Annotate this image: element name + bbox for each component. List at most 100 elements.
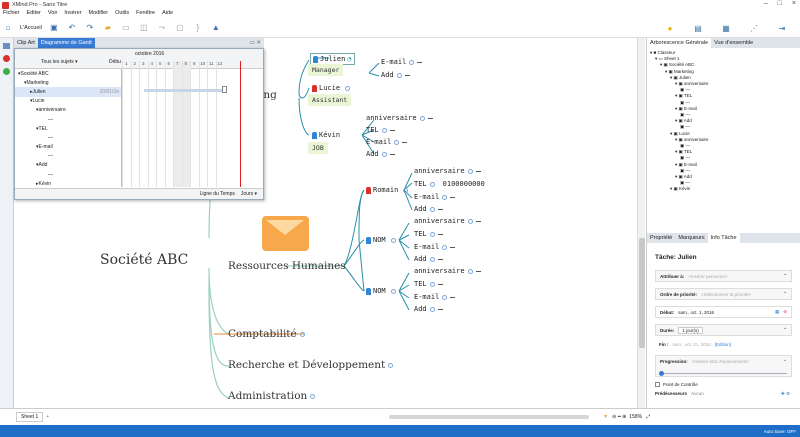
subtopic-tel-nom2[interactable]: TEL bbox=[414, 280, 443, 288]
gantt-task-row[interactable]: — bbox=[15, 170, 121, 179]
note-julien[interactable]: Manager bbox=[308, 64, 344, 76]
menu-edit[interactable]: Editer bbox=[27, 10, 41, 18]
subtopic-add-kevin[interactable]: Add bbox=[366, 150, 395, 158]
subtopic-tel-romain[interactable]: TEL 0100000000 bbox=[414, 180, 485, 188]
task-filter-select[interactable]: Tous les sujets ▾ bbox=[41, 59, 78, 65]
subtopic-anniv-nom1[interactable]: anniversaire bbox=[414, 217, 481, 225]
image-icon[interactable]: ▲ bbox=[210, 21, 222, 35]
gantt-task-row[interactable]: ▾ Add bbox=[15, 161, 121, 170]
drag-handle-icon[interactable] bbox=[222, 86, 227, 93]
fit-icon[interactable]: ⤢ bbox=[646, 414, 650, 420]
subtopic-icon[interactable]: ◫ bbox=[138, 21, 150, 35]
tab-properties[interactable]: Propriété bbox=[647, 233, 675, 243]
undo-icon[interactable]: ↶ bbox=[66, 21, 78, 35]
summary-icon[interactable]: } bbox=[192, 21, 204, 35]
tab-arborescence[interactable]: Arborescence Générale bbox=[647, 38, 712, 48]
subtopic-email-nom1[interactable]: E-mail bbox=[414, 243, 456, 251]
subtopic-add-nom2[interactable]: Add bbox=[414, 305, 443, 313]
menu-view[interactable]: Voir bbox=[48, 10, 57, 18]
add-predecessor-icon[interactable]: ✚ ⚙ bbox=[781, 391, 790, 397]
save-icon[interactable]: ▣ bbox=[48, 21, 60, 35]
minimize-icon[interactable]: – bbox=[764, 0, 768, 7]
autosave-status[interactable]: Auto Save: OFF bbox=[764, 429, 796, 434]
note-kevin[interactable]: JOB bbox=[308, 142, 328, 154]
gantt-task-row[interactable]: ▾ TEL bbox=[15, 124, 121, 133]
gantt-task-bar[interactable] bbox=[144, 89, 222, 92]
boundary-icon[interactable]: ▢ bbox=[174, 21, 186, 35]
tab-overview[interactable]: Vue d'ensemble bbox=[711, 38, 756, 48]
open-folder-icon[interactable]: ▰ bbox=[102, 21, 114, 35]
relationship-icon[interactable]: ⤳ bbox=[156, 21, 168, 35]
menu-insert[interactable]: Insérer bbox=[64, 10, 81, 18]
edit-link[interactable]: [Edition] bbox=[715, 342, 731, 347]
zoom-level[interactable]: 158% bbox=[629, 414, 642, 420]
topic-icon[interactable]: ▭ bbox=[120, 21, 132, 35]
topic-kevin[interactable]: Kévin bbox=[312, 131, 340, 139]
subtopic-anniv-kevin[interactable]: anniversaire bbox=[366, 114, 433, 122]
expand-icon[interactable] bbox=[345, 85, 351, 91]
duration-field[interactable]: Durée: 1 jour(s) ⌃ bbox=[655, 324, 792, 336]
home-button[interactable]: L'Accueil bbox=[20, 21, 42, 35]
assign-field[interactable]: Attribuer à: <Insérer personne> ⌃ bbox=[655, 270, 792, 282]
gantt-task-row[interactable]: ▸ Kévin bbox=[15, 179, 121, 187]
gantt-task-row-selected[interactable]: ▸ Julien 10/01/2e bbox=[15, 87, 121, 97]
zoom-slider-icon[interactable]: ⊖ ━ ⊕ bbox=[612, 414, 626, 420]
subtopic-add-julien[interactable]: Add bbox=[381, 71, 410, 79]
home-icon[interactable]: ⌂ bbox=[2, 21, 14, 35]
menu-file[interactable]: Fichier bbox=[3, 10, 20, 18]
filter-icon[interactable]: ▼ bbox=[603, 414, 608, 420]
topic-comptabilite[interactable]: Comptabilité bbox=[228, 328, 305, 340]
subtopic-tel-kevin[interactable]: TEL bbox=[366, 126, 395, 134]
progress-field[interactable]: Progression: <Insérer état d'avancement> ⌃ bbox=[655, 355, 792, 377]
layout-icon[interactable]: ▦ bbox=[720, 21, 732, 35]
tab-markers[interactable]: Marqueurs bbox=[675, 233, 707, 243]
start-date-field[interactable]: Début: sam., oct. 1, 2016 ▦ ⊖ bbox=[655, 306, 792, 318]
menu-help[interactable]: Aide bbox=[162, 10, 173, 18]
gantt-task-row[interactable]: ▾ E-mail bbox=[15, 143, 121, 152]
share-icon[interactable]: ⋰ bbox=[748, 21, 760, 35]
idea-bulb-icon[interactable]: ● bbox=[664, 21, 676, 35]
gantt-task-row[interactable]: — bbox=[15, 115, 121, 124]
subtopic-anniv-nom2[interactable]: anniversaire bbox=[414, 267, 481, 275]
unit-select[interactable]: Jours ▾ bbox=[241, 191, 257, 197]
tab-task-info[interactable]: Info Tâche bbox=[707, 233, 740, 243]
marker-red-icon[interactable] bbox=[3, 55, 10, 62]
tab-gantt[interactable]: Diagramme de Gantt bbox=[37, 38, 95, 48]
outline-item[interactable]: ▾ ▣ Kévin bbox=[650, 186, 800, 192]
progress-slider[interactable] bbox=[659, 370, 787, 376]
topic-recherche[interactable]: Recherche et Développement bbox=[228, 359, 394, 371]
redo-icon[interactable]: ↷ bbox=[84, 21, 96, 35]
gantt-task-row[interactable]: ▾ anniversaire bbox=[15, 106, 121, 115]
subtopic-add-romain[interactable]: Add bbox=[414, 205, 443, 213]
gantt-task-row[interactable]: ▾ Lucie bbox=[15, 97, 121, 106]
note-lucie[interactable]: Assistant bbox=[308, 94, 352, 106]
menu-window[interactable]: Fenêtre bbox=[136, 10, 155, 18]
tab-clipart[interactable]: Clip Art bbox=[14, 38, 38, 48]
menu-tools[interactable]: Outils bbox=[115, 10, 129, 18]
add-sheet-icon[interactable]: + bbox=[46, 414, 49, 420]
maximize-icon[interactable]: □ bbox=[778, 0, 782, 7]
gantt-timeline[interactable]: 1 2 3 4 5 6 7 8 9 10 11 12 bbox=[122, 49, 263, 187]
topic-nom-2[interactable]: NOM bbox=[366, 287, 396, 295]
priority-select[interactable]: Ordre de priorité: <Sélectionner la prior… bbox=[655, 288, 792, 300]
subtopic-anniv-romain[interactable]: anniversaire bbox=[414, 167, 481, 175]
topic-ressources-humaines[interactable]: Ressources Humaines bbox=[228, 260, 346, 272]
subtopic-email-nom2[interactable]: E-mail bbox=[414, 293, 456, 301]
gantt-task-row[interactable]: — bbox=[15, 152, 121, 161]
panel-toggle-icon[interactable] bbox=[3, 43, 10, 49]
central-topic[interactable]: Société ABC bbox=[100, 252, 188, 268]
subtopic-tel-nom1[interactable]: TEL bbox=[414, 230, 443, 238]
gantt-task-row[interactable]: ▾ Société ABC bbox=[15, 69, 121, 78]
canvas-scrollbar[interactable] bbox=[637, 38, 645, 408]
panel-controls-icon[interactable]: ▭ ✕ bbox=[247, 38, 264, 48]
topic-administration[interactable]: Administration bbox=[228, 390, 316, 402]
subtopic-add-nom1[interactable]: Add bbox=[414, 255, 443, 263]
subtopic-email-kevin[interactable]: E-mail bbox=[366, 138, 408, 146]
presentation-icon[interactable]: ▤ bbox=[692, 21, 704, 35]
gantt-task-row[interactable]: — bbox=[15, 133, 121, 142]
topic-nom-1[interactable]: NOM bbox=[366, 236, 396, 244]
subtopic-email-romain[interactable]: E-mail bbox=[414, 193, 456, 201]
marker-green-icon[interactable] bbox=[3, 68, 10, 75]
menu-modify[interactable]: Modifier bbox=[89, 10, 109, 18]
subtopic-email-julien[interactable]: E-mail bbox=[381, 58, 423, 66]
